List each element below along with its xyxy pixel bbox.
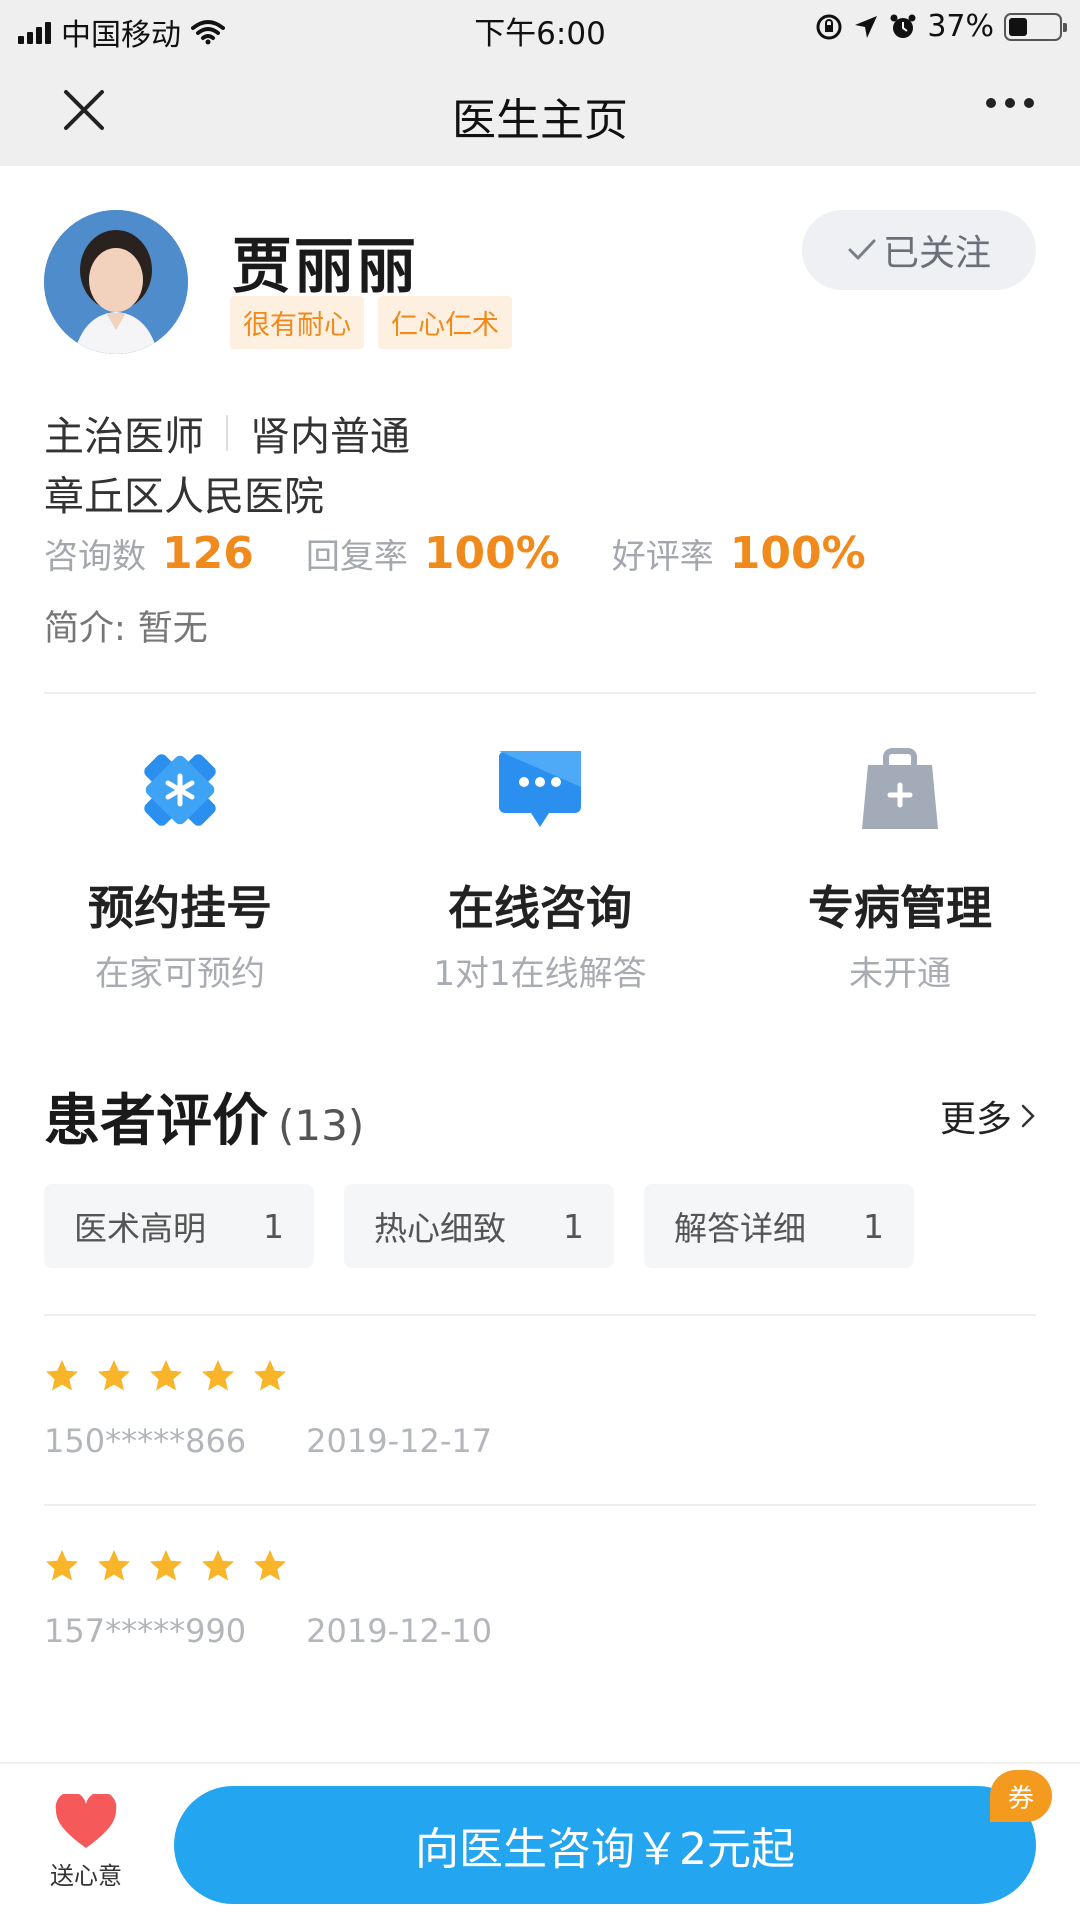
more-reviews-link[interactable]: 更多 [940,1090,1036,1142]
nav-bar: 医生主页 [0,54,1080,166]
chip-label: 医术高明 [74,1209,206,1248]
service-subtitle: 1对1在线解答 [433,954,647,994]
send-gift-button[interactable]: 送心意 [46,1794,126,1891]
more-options-icon[interactable] [986,98,1034,108]
service-subtitle: 在家可预约 [95,954,265,994]
intro-value: 暂无 [137,609,208,649]
doctor-avatar [44,210,188,354]
review-user: 157*****990 [44,1612,247,1650]
stat-label: 好评率 [611,537,714,577]
checkmark-icon [848,239,876,260]
reviews-header: 患者评价 (13) [44,1076,364,1157]
follow-label: 已关注 [882,233,991,274]
status-right: 37% [815,9,1067,44]
review-date: 2019-12-10 [306,1612,493,1650]
stat-label: 回复率 [305,537,408,577]
service-grid: 预约挂号 在家可预约 在线咨询 1对1在线解答 专病管理 未开通 [0,740,1080,995]
follow-button[interactable]: 已关注 [802,210,1036,290]
review-date: 2019-12-17 [306,1422,493,1460]
rotation-lock-icon [816,14,842,39]
consult-doctor-button[interactable]: 向医生咨询￥2元起 [174,1786,1036,1904]
chip-count: 1 [863,1206,884,1246]
chip-label: 热心细致 [374,1209,506,1248]
coupon-badge: 券 [990,1770,1052,1822]
gift-label: 送心意 [50,1862,122,1890]
doctor-tag: 仁心仁术 [378,296,512,349]
hospital-cross-icon [130,740,230,840]
chip-count: 1 [563,1206,584,1246]
review-item: 150*****866 2019-12-17 [44,1358,492,1460]
stat-label: 咨询数 [44,537,146,577]
page-title: 医生主页 [452,95,628,146]
doctor-stats: 咨询数 126 回复率 100% 好评率 100% [44,528,918,579]
consult-label: 向医生咨询￥2元起 [415,1824,795,1875]
review-tag-chip[interactable]: 解答详细 1 [644,1184,914,1268]
chat-bubble-icon [490,740,590,840]
doctor-intro: 简介: 暂无 [44,600,208,651]
star-icon [150,1550,182,1581]
chip-count: 1 [263,1206,284,1246]
heart-icon [55,1794,117,1848]
medical-bag-icon [850,740,950,840]
intro-label: 简介: [44,609,126,649]
bottom-bar: 送心意 向医生咨询￥2元起 券 [0,1762,1080,1920]
review-meta: 150*****866 2019-12-17 [44,1422,492,1460]
doctor-tags: 很有耐心 仁心仁术 [230,296,512,349]
chip-label: 解答详细 [674,1209,806,1248]
star-icon [98,1360,130,1391]
star-icon [254,1360,286,1391]
battery-percent: 37% [927,9,994,44]
status-bar: 中国移动 下午6:00 37% [0,0,1080,54]
alarm-icon [890,14,916,38]
title-separator [226,415,228,451]
service-appointment[interactable]: 预约挂号 在家可预约 [0,740,360,995]
star-icon [46,1550,78,1581]
review-tag-chip[interactable]: 热心细致 1 [344,1184,614,1268]
service-name: 专病管理 [808,881,992,935]
review-tag-chip[interactable]: 医术高明 1 [44,1184,314,1268]
star-icon [150,1360,182,1391]
doctor-tag: 很有耐心 [230,296,364,349]
star-icon [98,1550,130,1581]
reviews-title: 患者评价 [44,1089,268,1154]
divider [44,692,1036,694]
doctor-hospital: 章丘区人民医院 [44,474,324,520]
service-name: 预约挂号 [88,881,272,935]
divider [44,1314,1036,1316]
doctor-title-row: 主治医师 肾内普通 [44,404,410,462]
stat-value: 100% [729,528,866,579]
service-name: 在线咨询 [448,881,632,935]
service-subtitle: 未开通 [849,954,951,994]
doctor-position: 主治医师 [44,414,204,460]
review-item: 157*****990 2019-12-10 [44,1548,492,1650]
battery-icon [1004,12,1067,41]
stat-value: 100% [423,528,560,579]
star-rating [44,1358,492,1394]
stat-value: 126 [162,528,254,579]
star-rating [44,1548,492,1584]
star-icon [46,1360,78,1391]
location-arrow-icon [855,15,878,38]
star-icon [254,1550,286,1581]
doctor-name: 贾丽丽 [232,232,418,302]
doctor-department: 肾内普通 [250,414,410,460]
more-label: 更多 [939,1099,1012,1140]
star-icon [202,1360,234,1391]
star-icon [202,1550,234,1581]
review-tag-chips: 医术高明 1 热心细致 1 解答详细 1 [44,1184,914,1268]
review-meta: 157*****990 2019-12-10 [44,1612,492,1650]
service-online-consult[interactable]: 在线咨询 1对1在线解答 [360,740,720,995]
review-user: 150*****866 [44,1422,247,1460]
chevron-right-icon [1021,1104,1035,1128]
service-disease-management[interactable]: 专病管理 未开通 [720,740,1080,995]
reviews-count: (13) [278,1101,365,1150]
divider [44,1504,1036,1506]
